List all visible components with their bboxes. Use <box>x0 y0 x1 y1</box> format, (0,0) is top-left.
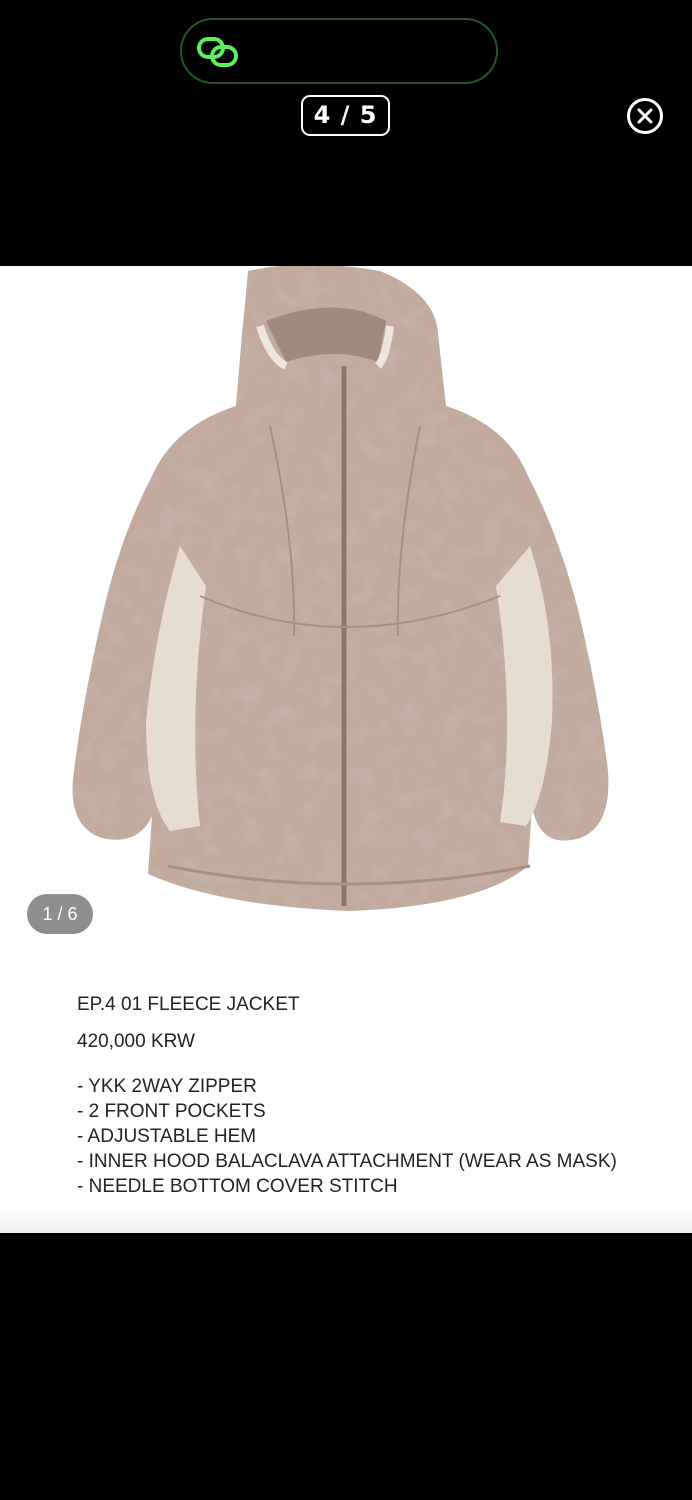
product-card: 1 / 6 EP.4 01 FLEECE JACKET 420,000 KRW … <box>0 266 692 1233</box>
feature-list: - YKK 2WAY ZIPPER - 2 FRONT POCKETS - AD… <box>77 1074 617 1199</box>
product-title: EP.4 01 FLEECE JACKET <box>77 994 300 1015</box>
list-item: - 2 FRONT POCKETS <box>77 1101 266 1122</box>
list-item: - ADJUSTABLE HEM <box>77 1126 257 1147</box>
bottom-divider <box>0 1205 692 1233</box>
link-chain-icon <box>196 36 240 68</box>
search-pill[interactable] <box>180 18 498 84</box>
product-photo <box>72 266 609 911</box>
product-price: 420,000 KRW <box>77 1031 195 1052</box>
close-button[interactable] <box>627 98 663 134</box>
image-counter-badge: 1 / 6 <box>27 894 93 934</box>
list-item: - NEEDLE BOTTOM COVER STITCH <box>77 1176 398 1197</box>
list-item: - INNER HOOD BALACLAVA ATTACHMENT (WEAR … <box>77 1151 617 1172</box>
close-icon <box>637 108 653 124</box>
list-item: - YKK 2WAY ZIPPER <box>77 1076 257 1097</box>
gallery-counter: 4 / 5 <box>301 95 390 136</box>
